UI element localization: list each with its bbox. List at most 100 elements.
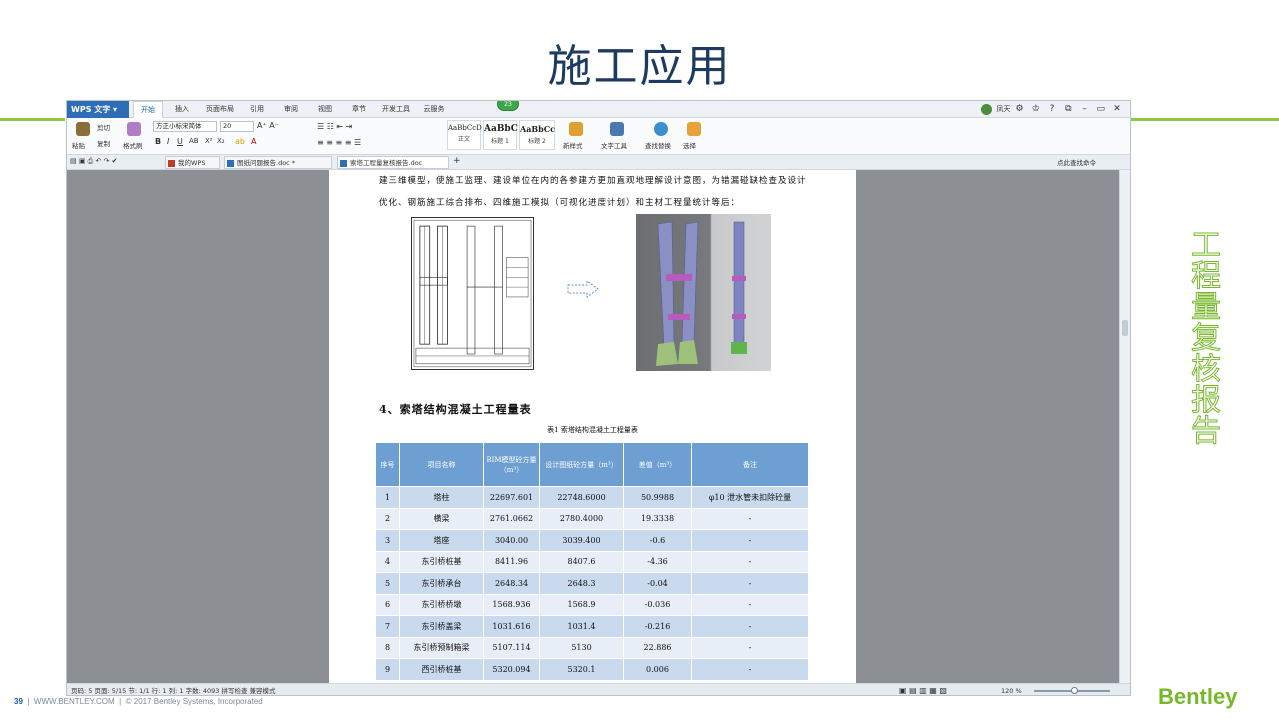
footer-separator: | bbox=[116, 697, 124, 706]
font-name-select[interactable]: 方正小标宋简体 bbox=[153, 121, 217, 132]
new-style-icon[interactable] bbox=[569, 122, 583, 136]
paste-button[interactable]: 粘贴 bbox=[72, 140, 85, 150]
grow-font-icon[interactable]: A⁺ A⁻ bbox=[257, 121, 279, 130]
table-cell: 2648.34 bbox=[483, 572, 540, 595]
tab-developer[interactable]: 开发工具 bbox=[377, 101, 415, 118]
text-tools-icon[interactable] bbox=[610, 122, 624, 136]
style-heading1[interactable]: AaBbC 标题 1 bbox=[483, 120, 518, 150]
table-cell: 9 bbox=[375, 658, 400, 681]
table-cell: 1031.616 bbox=[483, 615, 540, 638]
quick-access-icons[interactable]: ▤ ▣ ⎙ ↶ ↷ ✔ bbox=[70, 157, 118, 166]
find-icon[interactable] bbox=[654, 122, 668, 136]
user-area: 凤天 ⚙ ♔ ? ⧉ – ▭ ✕ bbox=[981, 101, 1124, 118]
table-cell: 东引桥预制箱梁 bbox=[399, 636, 484, 659]
tab-drawing-issues-doc[interactable]: 图纸问题报告.doc * bbox=[224, 156, 332, 169]
table-cell: 西引桥桩基 bbox=[399, 658, 484, 681]
tower-3d-model-image bbox=[636, 214, 771, 371]
skin-icon[interactable]: ♔ bbox=[1029, 101, 1043, 118]
table-row: 3 塔座 3040.00 3039.400 -0.6- bbox=[375, 529, 809, 552]
font-size-select[interactable]: 20 bbox=[220, 121, 254, 132]
style-normal[interactable]: AaBbCcD 正文 bbox=[447, 120, 482, 150]
table-cell: 东引桥盖梁 bbox=[399, 615, 484, 638]
paste-icon[interactable] bbox=[76, 122, 90, 136]
tab-page-layout[interactable]: 页面布局 bbox=[201, 101, 239, 118]
tab-tower-quantity-doc[interactable]: 索塔工程量复核报告.doc bbox=[337, 156, 449, 169]
presentation-slide: 施工应用 工程量复核报告 WPS 文字 ▾ 开始 插入 页面布局 引用 审阅 视… bbox=[0, 0, 1279, 720]
select-button[interactable]: 选择 bbox=[683, 140, 696, 150]
new-style-button[interactable]: 新样式 bbox=[563, 140, 583, 150]
italic-icon[interactable]: I bbox=[167, 137, 169, 146]
table-cell: 22.886 bbox=[623, 636, 692, 659]
table-row: 4 东引桥桩基 8411.96 8407.6 -4.36- bbox=[375, 550, 809, 573]
table-caption: 表1 索塔结构混凝土工程量表 bbox=[547, 426, 638, 434]
col-diff-header: 差值（m³） bbox=[623, 442, 692, 487]
strikethrough-icon[interactable]: AB bbox=[189, 137, 199, 145]
side-label: 工程量复核报告 bbox=[1191, 228, 1222, 449]
page-number: 39 bbox=[14, 697, 23, 706]
superscript-icon[interactable]: X² bbox=[205, 137, 213, 145]
zoom-level[interactable]: 120 % bbox=[1001, 684, 1022, 695]
user-name[interactable]: 凤天 bbox=[996, 105, 1010, 113]
table-cell: - bbox=[691, 658, 809, 681]
table-cell: - bbox=[691, 615, 809, 638]
subscript-icon[interactable]: X₂ bbox=[217, 137, 225, 145]
tab-view[interactable]: 视图 bbox=[311, 101, 339, 118]
table-cell: - bbox=[691, 572, 809, 595]
align-icons[interactable]: ≡ ≡ ≡ ≡ ☰ bbox=[317, 138, 361, 147]
settings-icon[interactable]: ⚙ bbox=[1013, 101, 1027, 118]
tab-insert[interactable]: 插入 bbox=[167, 101, 197, 118]
table-cell: - bbox=[691, 529, 809, 552]
tab-cloud[interactable]: 云服务 bbox=[419, 101, 449, 118]
bullets-icon[interactable]: ☰ ☷ ⇤ ⇥ bbox=[317, 122, 352, 131]
minimize-icon[interactable]: – bbox=[1078, 101, 1092, 118]
new-tab-icon[interactable]: + bbox=[453, 156, 461, 166]
underline-icon[interactable]: U bbox=[177, 137, 183, 146]
document-tabbar: ▤ ▣ ⎙ ↶ ↷ ✔ 我的WPS 图纸问题报告.doc * 索塔工程量复核报告… bbox=[67, 155, 1130, 170]
text-tools-button[interactable]: 文字工具 bbox=[601, 140, 627, 150]
highlight-icon[interactable]: ab bbox=[235, 137, 245, 146]
title-underline-right bbox=[1131, 118, 1279, 121]
col-item-header: 项目名称 bbox=[399, 442, 484, 487]
tab-chapter[interactable]: 章节 bbox=[345, 101, 373, 118]
wps-app-menu[interactable]: WPS 文字 ▾ bbox=[67, 101, 129, 118]
concrete-quantity-table: 序号 项目名称 BIM模型砼方量（m³） 设计图纸砼方量（m³） 差值（m³） … bbox=[375, 442, 809, 681]
tab-references[interactable]: 引用 bbox=[243, 101, 271, 118]
font-color-icon[interactable]: A bbox=[251, 137, 256, 146]
maximize-icon[interactable]: ▭ bbox=[1094, 101, 1108, 118]
zoom-slider-handle[interactable] bbox=[1071, 687, 1078, 694]
restore-icon[interactable]: ⧉ bbox=[1061, 101, 1075, 118]
tab-drawing-issues-label: 图纸问题报告.doc * bbox=[237, 159, 296, 167]
table-cell: -0.6 bbox=[623, 529, 692, 552]
user-avatar[interactable] bbox=[981, 103, 993, 115]
tab-home[interactable]: 开始 bbox=[133, 101, 163, 118]
style-heading2[interactable]: AaBbCc 标题 2 bbox=[519, 120, 555, 150]
table-cell: 8 bbox=[375, 636, 400, 659]
cut-button[interactable]: 剪切 bbox=[97, 122, 110, 132]
table-row: 9 西引桥桩基 5320.094 5320.1 0.006- bbox=[375, 658, 809, 681]
table-cell: 5320.1 bbox=[539, 658, 624, 681]
tab-review[interactable]: 审阅 bbox=[277, 101, 305, 118]
table-cell: 东引桥桥墩 bbox=[399, 593, 484, 616]
col-design-header: 设计图纸砼方量（m³） bbox=[539, 442, 624, 487]
table-cell: 3040.00 bbox=[483, 529, 540, 552]
find-replace-button[interactable]: 查找替换 bbox=[645, 140, 671, 150]
vertical-scrollbar[interactable] bbox=[1119, 170, 1130, 683]
format-painter-icon[interactable] bbox=[127, 122, 141, 136]
notification-badge[interactable]: 23 bbox=[497, 101, 519, 111]
close-icon[interactable]: ✕ bbox=[1110, 101, 1124, 118]
format-painter-button[interactable]: 格式刷 bbox=[123, 140, 143, 150]
style-heading2-sample: AaBbCc bbox=[520, 124, 555, 134]
tab-my-wps[interactable]: 我的WPS bbox=[165, 156, 220, 169]
footer-site: WWW.BENTLEY.COM bbox=[33, 697, 115, 706]
scrollbar-thumb[interactable] bbox=[1122, 320, 1128, 336]
view-mode-icons[interactable]: ▣ ▤ ▥ ▦ ▧ bbox=[899, 684, 947, 695]
table-cell: 塔柱 bbox=[399, 486, 484, 509]
table-cell: 0.006 bbox=[623, 658, 692, 681]
help-icon[interactable]: ? bbox=[1045, 101, 1059, 118]
section-heading: 4、索塔结构混凝土工程量表 bbox=[379, 403, 532, 416]
select-icon[interactable] bbox=[687, 122, 701, 136]
command-search[interactable]: 点此查找命令 bbox=[1057, 157, 1096, 167]
bold-icon[interactable]: B bbox=[155, 137, 161, 146]
copy-button[interactable]: 复制 bbox=[97, 138, 110, 148]
document-page[interactable]: 建三维模型，使施工监理、建设单位在内的各参建方更加直观地理解设计意图，为错漏碰缺… bbox=[329, 170, 856, 683]
